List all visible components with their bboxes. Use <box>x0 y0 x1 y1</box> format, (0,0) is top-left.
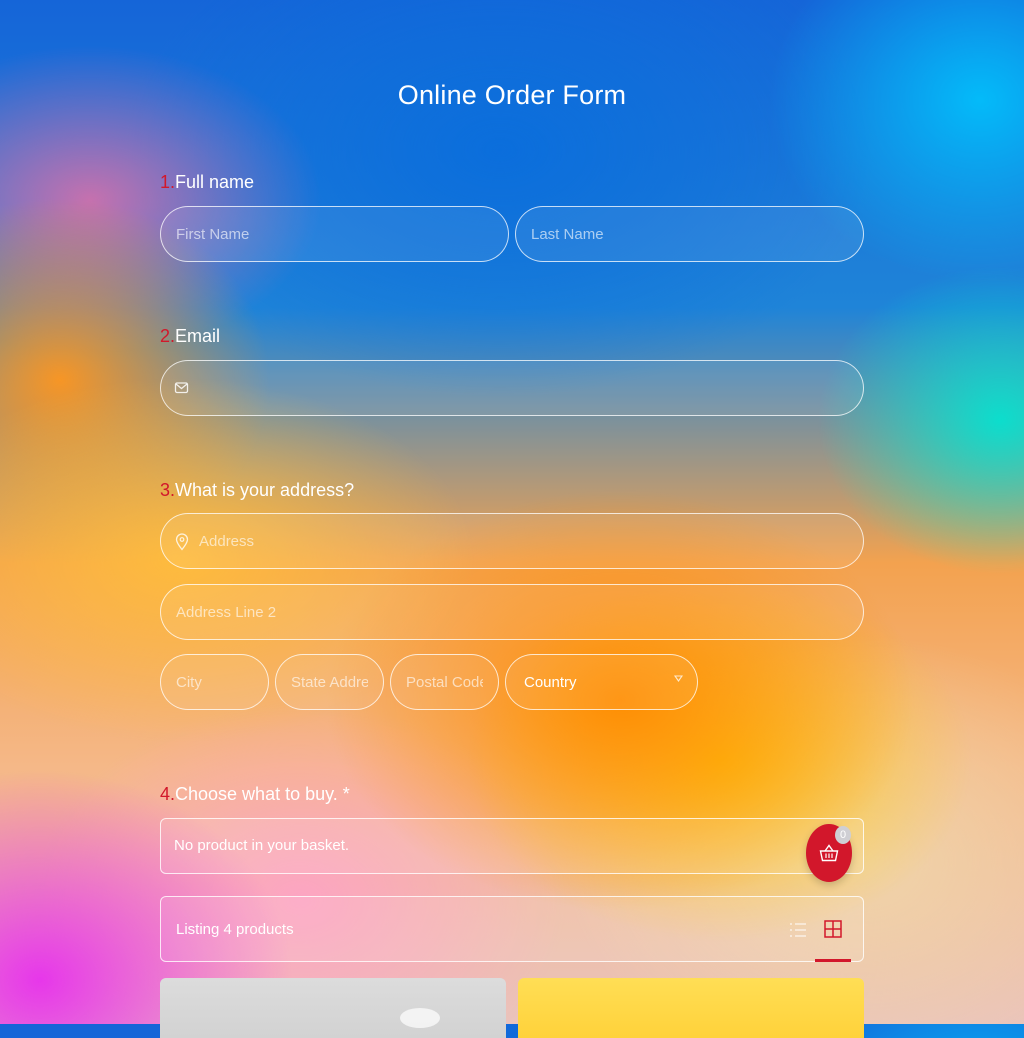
question-text: Full name <box>175 172 255 192</box>
state-field[interactable] <box>275 654 384 710</box>
city-input[interactable] <box>161 655 268 709</box>
question-number: 1. <box>160 172 176 192</box>
last-name-input[interactable] <box>516 207 863 261</box>
first-name-input[interactable] <box>161 207 508 261</box>
question-number: 3. <box>160 480 176 500</box>
country-select[interactable]: Country <box>505 654 698 710</box>
basket-empty-text: No product in your basket. <box>174 837 350 854</box>
email-input[interactable] <box>161 361 863 415</box>
question-email-label: 2.Email <box>160 326 220 347</box>
state-input[interactable] <box>276 655 383 709</box>
question-text: Choose what to buy. * <box>175 784 350 804</box>
basket-summary: No product in your basket. <box>160 818 864 874</box>
chevron-down-icon <box>673 673 684 685</box>
list-view-icon[interactable] <box>789 921 807 944</box>
first-name-field[interactable] <box>160 206 509 262</box>
product-card[interactable] <box>518 978 864 1038</box>
postal-code-input[interactable] <box>391 655 498 709</box>
product-image <box>400 1008 440 1028</box>
active-view-indicator <box>815 959 851 962</box>
product-listing-toolbar: Listing 4 products <box>160 896 864 962</box>
basket-count-badge: 0 <box>835 826 851 844</box>
question-text: What is your address? <box>175 480 355 500</box>
country-select-value: Country <box>524 674 577 691</box>
question-number: 4. <box>160 784 176 804</box>
product-card[interactable] <box>160 978 506 1038</box>
address-field[interactable] <box>160 513 864 569</box>
last-name-field[interactable] <box>515 206 864 262</box>
question-full-name-label: 1.Full name <box>160 172 254 193</box>
grid-view-icon[interactable] <box>824 920 842 943</box>
address-line-2-input[interactable] <box>161 585 863 639</box>
question-number: 2. <box>160 326 176 346</box>
basket-icon <box>819 844 839 867</box>
question-text: Email <box>175 326 221 346</box>
page-title: Online Order Form <box>397 80 627 111</box>
question-products-label: 4.Choose what to buy. * <box>160 784 350 805</box>
postal-code-field[interactable] <box>390 654 499 710</box>
email-field[interactable] <box>160 360 864 416</box>
address-input[interactable] <box>161 514 863 568</box>
listing-count-text: Listing 4 products <box>176 921 294 938</box>
address-line-2-field[interactable] <box>160 584 864 640</box>
city-field[interactable] <box>160 654 269 710</box>
question-address-label: 3.What is your address? <box>160 480 354 501</box>
